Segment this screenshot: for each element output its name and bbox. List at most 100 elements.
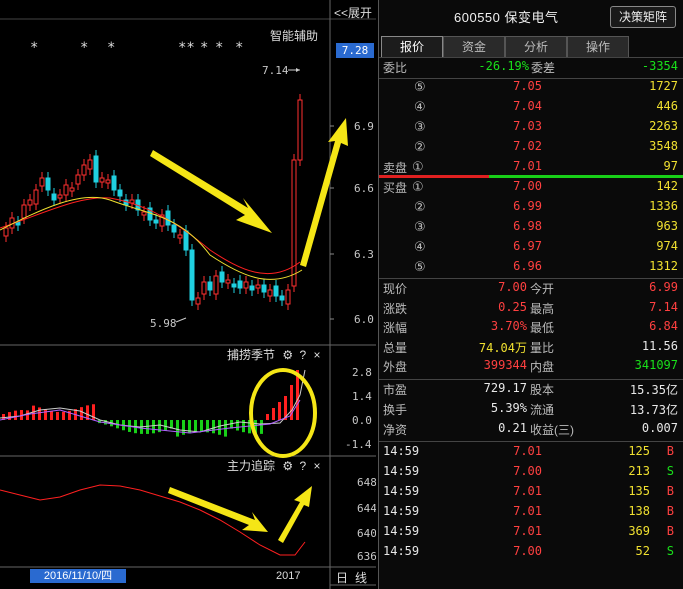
- histogram-bar: [272, 408, 275, 420]
- candle: [267, 289, 273, 297]
- histogram-bar: [212, 420, 215, 434]
- candle: [51, 193, 57, 201]
- sell-volume: 1727: [649, 79, 678, 93]
- bid-ask-bar-red: [379, 175, 489, 178]
- histogram-bar: [62, 411, 65, 420]
- indicator2-title[interactable]: 主力追踪: [227, 459, 275, 473]
- stat-value: 11.56: [641, 338, 678, 353]
- tab-funds[interactable]: 资金: [443, 36, 505, 57]
- order-level: ①: [412, 179, 424, 194]
- gear-icon[interactable]: ⚙: [282, 459, 293, 473]
- star-mark: *: [200, 40, 208, 56]
- period-line-button[interactable]: 线: [355, 569, 367, 586]
- sell-volume: 2263: [649, 119, 678, 133]
- buy-level-row[interactable]: 买盘 ① 7.00 142: [379, 179, 683, 199]
- stat-label: 收益(三): [530, 423, 574, 437]
- histogram-bar: [236, 420, 239, 431]
- order-level: ⑤: [414, 79, 426, 94]
- weibi-value: -26.19%: [478, 59, 529, 73]
- tick-volume: 369: [628, 524, 650, 538]
- histogram-bar: [218, 420, 221, 435]
- low-price-marker: 5.98: [150, 317, 177, 330]
- candle: [117, 189, 123, 197]
- buy-level-row[interactable]: ⑤ 6.96 1312: [379, 259, 683, 279]
- annotation-arrow-up: [300, 118, 348, 267]
- tick-price: 7.00: [513, 464, 542, 478]
- ai-assist-label[interactable]: 智能辅助: [270, 27, 318, 44]
- stat-label: 现价: [383, 282, 408, 296]
- candle: [201, 281, 207, 295]
- stat-value: 7.00: [498, 280, 527, 294]
- weicha-label: 委差: [531, 61, 556, 75]
- sell-level-row[interactable]: ③ 7.03 2263: [379, 119, 683, 139]
- buy-price: 6.99: [513, 199, 542, 213]
- buy-level-row[interactable]: ③ 6.98 963: [379, 219, 683, 239]
- period-day-button[interactable]: 日: [336, 569, 348, 586]
- sell-price: 7.01: [513, 159, 542, 173]
- order-level: ④: [414, 239, 426, 254]
- tick-time: 14:59: [383, 464, 420, 478]
- price-axis-tick: 6.9: [354, 120, 374, 133]
- tab-analysis[interactable]: 分析: [505, 36, 567, 57]
- price-axis-tick: 6.0: [354, 313, 374, 326]
- order-level: ⑤: [414, 259, 426, 274]
- order-level: ②: [414, 199, 426, 214]
- candle: [213, 275, 219, 295]
- tick-side: S: [666, 464, 674, 478]
- stat-value: 0.21: [498, 421, 527, 435]
- tick-side: B: [666, 484, 674, 498]
- decision-matrix-button[interactable]: 决策矩阵: [610, 6, 676, 28]
- histogram-bar: [278, 402, 281, 420]
- stat-label: 股本: [530, 383, 555, 397]
- candle: [39, 177, 45, 187]
- candle: [279, 295, 285, 301]
- buy-price: 7.00: [513, 179, 542, 193]
- gear-icon[interactable]: ⚙: [282, 348, 293, 362]
- indicator2-axis-tick: 644: [357, 502, 376, 515]
- sell-level-row[interactable]: ② 7.02 3548: [379, 139, 683, 159]
- weibi-label: 委比: [383, 61, 408, 75]
- candle: [231, 283, 237, 288]
- candle: [261, 284, 267, 293]
- stat-value: 6.84: [649, 319, 678, 333]
- tick-row: 14:59 7.00 52 S: [379, 544, 683, 564]
- kline-chart[interactable]: * * * ** * * * 6.9 6.6 6.3 6.0 7.14 5.98…: [0, 0, 376, 589]
- indicator1-title[interactable]: 捕捞季节: [227, 348, 275, 362]
- stat-value: 74.04万: [478, 340, 527, 355]
- sell-price: 7.02: [513, 139, 542, 153]
- fundamental-row: 净资 0.21 收益(三) 0.007: [379, 421, 683, 441]
- star-mark: *: [30, 40, 38, 56]
- close-icon[interactable]: ×: [314, 348, 321, 362]
- tick-side: B: [666, 504, 674, 518]
- buy-level-row[interactable]: ② 6.99 1336: [379, 199, 683, 219]
- chart-area[interactable]: * * * ** * * * 6.9 6.6 6.3 6.0 7.14 5.98…: [0, 0, 376, 589]
- stat-label: 净资: [383, 423, 408, 437]
- help-icon[interactable]: ?: [299, 459, 306, 473]
- tab-operation[interactable]: 操作: [567, 36, 629, 57]
- sell-level-row[interactable]: ④ 7.04 446: [379, 99, 683, 119]
- buy-label: 买盘: [383, 181, 408, 195]
- tick-volume: 138: [628, 504, 650, 518]
- tick-volume: 135: [628, 484, 650, 498]
- candle: [165, 210, 171, 226]
- candle: [153, 219, 159, 224]
- sell-level-row[interactable]: ⑤ 7.05 1727: [379, 79, 683, 99]
- expand-button[interactable]: <<展开: [334, 4, 372, 21]
- year-label: 2017: [276, 570, 301, 582]
- close-icon[interactable]: ×: [314, 459, 321, 473]
- buy-volume: 963: [656, 219, 678, 233]
- buy-level-row[interactable]: ④ 6.97 974: [379, 239, 683, 259]
- candle: [3, 227, 9, 237]
- stat-row: 现价 7.00 今开 6.99: [379, 280, 683, 300]
- indicator2-axis-tick: 648: [357, 476, 376, 489]
- indicator1-axis-tick: -1.4: [345, 438, 372, 451]
- fundamental-row: 换手 5.39% 流通 13.73亿: [379, 401, 683, 421]
- help-icon[interactable]: ?: [299, 348, 306, 362]
- tick-price: 7.00: [513, 544, 542, 558]
- sell-volume: 97: [663, 159, 678, 173]
- candle: [183, 230, 189, 251]
- tab-quote[interactable]: 报价: [381, 36, 443, 57]
- indicator2-header: 主力追踪 ⚙ ? ×: [227, 457, 321, 474]
- candle: [297, 99, 303, 161]
- stat-label: 涨跌: [383, 301, 408, 316]
